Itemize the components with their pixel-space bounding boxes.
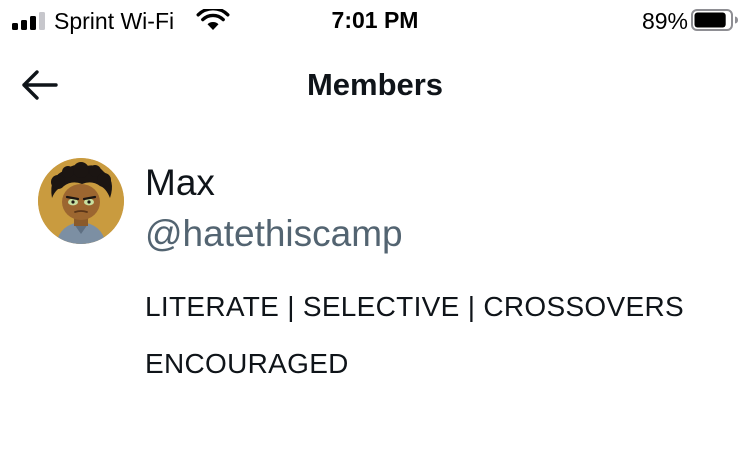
clock: 7:01 PM [331, 7, 419, 33]
member-handle: @hatethiscamp [145, 213, 403, 254]
status-bar: Sprint Wi-Fi 7:01 PM 89% [0, 0, 750, 40]
battery-percentage: 89% [641, 8, 688, 34]
avatar[interactable] [38, 158, 124, 244]
member-bio: LITERATE | SELECTIVE | CROSSOVERS ENCOUR… [145, 291, 684, 379]
member-list-item[interactable]: Max @hatethiscamp LITERATE | SELECTIVE |… [0, 150, 750, 390]
member-name: Max [145, 162, 215, 203]
battery-icon [691, 9, 738, 31]
page-title: Members [306, 67, 444, 102]
avatar-illustration [38, 158, 124, 244]
nav-bar: Members [0, 56, 750, 114]
